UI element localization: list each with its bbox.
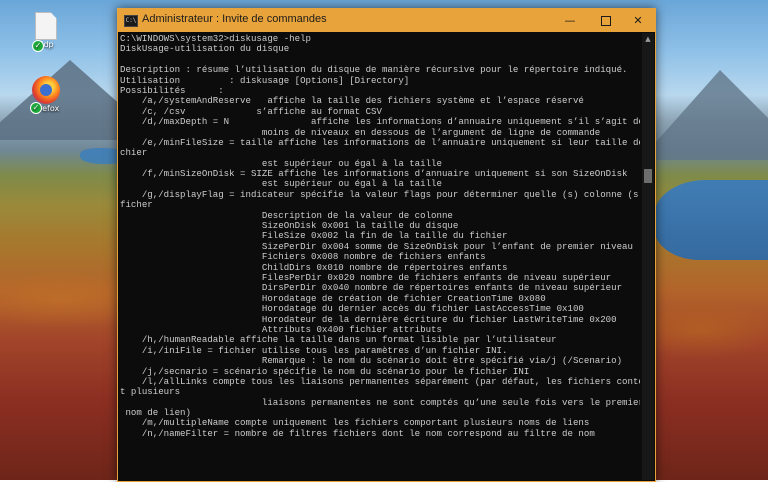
close-button[interactable]: ✕ bbox=[621, 9, 655, 32]
console-line: DiskUsage-utilisation du disque bbox=[120, 43, 290, 55]
console-line: /g,/displayFlag = indicateur spécifie la… bbox=[120, 188, 640, 200]
desktop-icon-firefox[interactable]: ✓ Firefox bbox=[28, 76, 64, 114]
title-bar[interactable]: C:\ Administrateur : Invite de commandes… bbox=[118, 9, 655, 32]
maximize-icon bbox=[601, 16, 611, 26]
console-line: Horodatage du dernier accès du fichier L… bbox=[120, 303, 584, 315]
console-line: liaisons permanentes ne sont comptés qu’… bbox=[120, 396, 640, 408]
file-icon bbox=[35, 12, 57, 40]
console-line: /l,/allLinks compte tous les liaisons pe… bbox=[120, 375, 640, 387]
scroll-thumb[interactable] bbox=[644, 169, 652, 183]
console-line: Remarque : le nom du scénario doit être … bbox=[120, 355, 623, 367]
lake-right bbox=[654, 180, 768, 260]
console-line: /d,/maxDepth = N affiche les information… bbox=[120, 116, 640, 128]
maximize-button[interactable] bbox=[589, 9, 623, 32]
vertical-scrollbar[interactable]: ▲ bbox=[642, 33, 654, 480]
console-line: /n,/nameFilter = nombre de filtres fichi… bbox=[120, 427, 595, 439]
firefox-icon bbox=[32, 76, 60, 104]
mountain-right bbox=[640, 70, 768, 160]
minimize-button[interactable]: — bbox=[553, 9, 587, 32]
command-prompt-window[interactable]: C:\ Administrateur : Invite de commandes… bbox=[117, 8, 656, 482]
console-line: /e,/minFileSize = taille affiche les inf… bbox=[120, 136, 640, 148]
console-line: Description : résume l’utilisation du di… bbox=[120, 64, 628, 76]
cmd-icon: C:\ bbox=[124, 15, 138, 27]
desktop-icon-sdp[interactable]: ✓ Sdp bbox=[28, 12, 64, 52]
console-output[interactable]: C:\WINDOWS\system32>diskusage -help DiskU… bbox=[120, 34, 640, 481]
scroll-up-arrow-icon[interactable]: ▲ bbox=[642, 33, 654, 45]
sync-check-icon: ✓ bbox=[32, 40, 44, 52]
sync-check-icon: ✓ bbox=[30, 102, 42, 114]
window-title: Administrateur : Invite de commandes bbox=[142, 13, 327, 25]
